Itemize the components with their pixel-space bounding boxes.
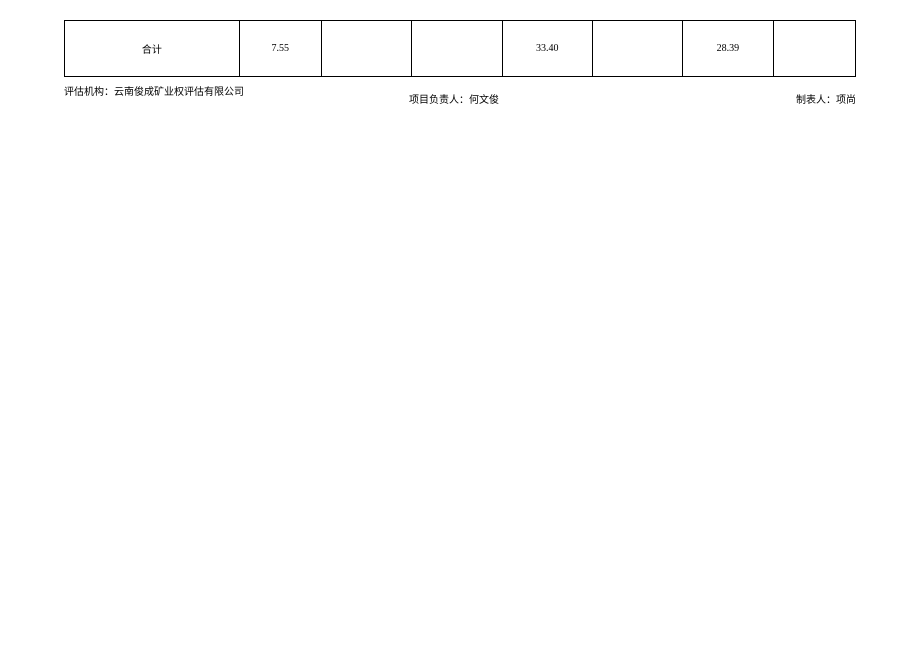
value-cell-1: 7.55 xyxy=(239,21,321,77)
value-cell-5 xyxy=(592,21,682,77)
value-cell-6: 28.39 xyxy=(683,21,773,77)
table-row: 合计 7.55 33.40 28.39 xyxy=(65,21,856,77)
footer-row: 评估机构：云南俊成矿业权评估有限公司 项目负责人：何文俊 制表人：项尚 xyxy=(64,83,856,103)
value-cell-7 xyxy=(773,21,855,77)
summary-table-container: 合计 7.55 33.40 28.39 xyxy=(64,20,856,77)
row-label-cell: 合计 xyxy=(65,21,240,77)
project-lead-label: 项目负责人：何文俊 xyxy=(409,91,499,106)
value-cell-3 xyxy=(412,21,502,77)
value-cell-4: 33.40 xyxy=(502,21,592,77)
summary-table: 合计 7.55 33.40 28.39 xyxy=(64,20,856,77)
value-cell-2 xyxy=(321,21,411,77)
preparer-label: 制表人：项尚 xyxy=(796,91,856,106)
document-page: 合计 7.55 33.40 28.39 评估机构：云南俊成矿业权评估有限公司 项… xyxy=(0,0,920,103)
appraisal-org-label: 评估机构：云南俊成矿业权评估有限公司 xyxy=(64,83,244,98)
